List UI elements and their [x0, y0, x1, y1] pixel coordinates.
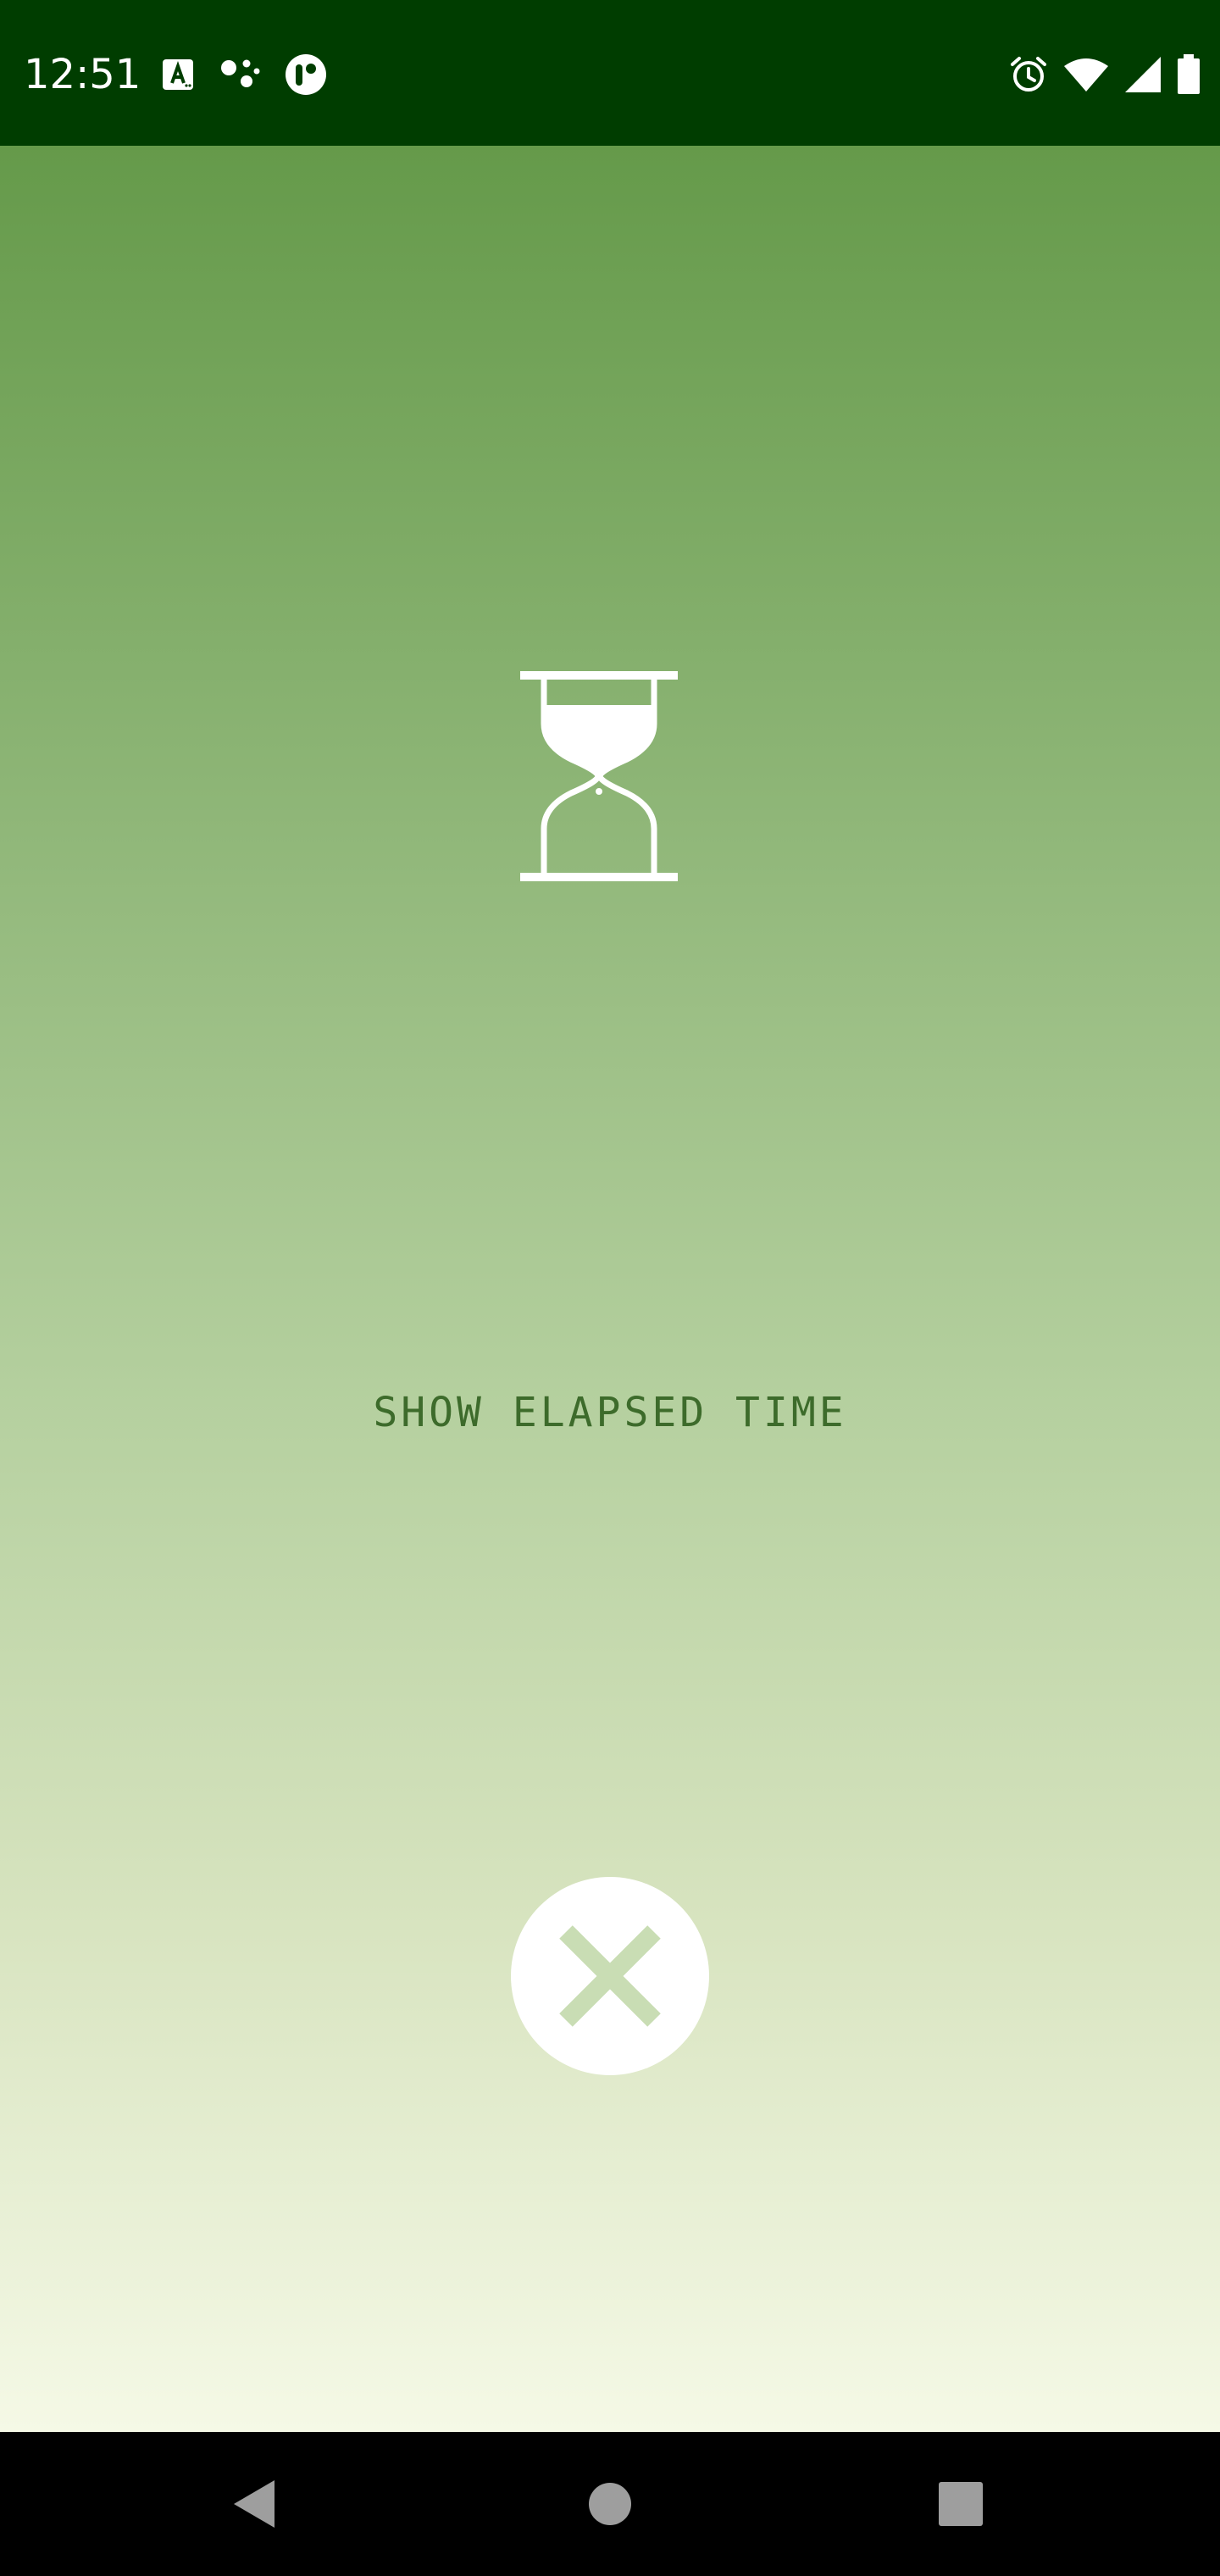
screen: 12:51 SHOW ELAPSED TIME	[0, 0, 1220, 2576]
close-button[interactable]	[511, 1877, 709, 2075]
app-circle-icon	[285, 53, 327, 96]
recents-icon	[939, 2482, 983, 2526]
battery-icon	[1176, 54, 1201, 95]
status-time: 12:51	[24, 51, 141, 98]
show-elapsed-time-button[interactable]: SHOW ELAPSED TIME	[356, 1366, 864, 1459]
status-right-icons	[1008, 47, 1201, 102]
close-icon	[559, 1925, 661, 2027]
navigation-bar	[0, 2432, 1220, 2576]
back-icon	[234, 2480, 274, 2528]
wifi-icon	[1062, 56, 1110, 93]
cell-signal-icon	[1123, 55, 1162, 94]
font-a-icon	[161, 58, 195, 92]
home-icon	[589, 2483, 631, 2525]
status-left-icons	[161, 47, 327, 102]
alarm-icon	[1008, 54, 1049, 95]
main-content: SHOW ELAPSED TIME	[0, 146, 1220, 2432]
home-button[interactable]	[542, 2432, 678, 2576]
assistant-dots-icon	[219, 56, 261, 93]
status-bar: 12:51	[0, 0, 1220, 146]
back-button[interactable]	[186, 2432, 322, 2576]
recents-button[interactable]	[893, 2432, 1029, 2576]
hourglass-icon	[520, 671, 678, 881]
